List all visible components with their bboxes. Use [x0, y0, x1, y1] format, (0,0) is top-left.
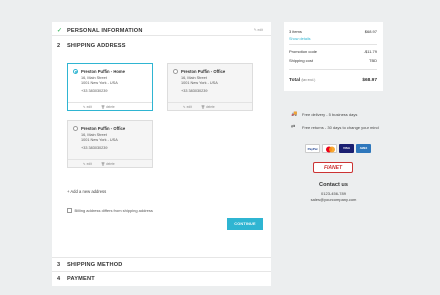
address-city: 1001 New York - USA	[81, 81, 118, 85]
step-number: 3	[57, 262, 61, 268]
address-radio[interactable]	[173, 69, 178, 74]
trash-icon: 🗑	[101, 105, 106, 109]
pencil-icon: ✎	[83, 105, 86, 109]
paypal-logo: PayPal	[305, 144, 320, 153]
summary-divider	[289, 69, 377, 70]
address-edit-link[interactable]: ✎ edit	[83, 105, 92, 109]
address-card-office[interactable]: Preston Puffin - Office 16, Main Street …	[167, 63, 253, 111]
trash-icon: 🗑	[101, 162, 106, 166]
amex-logo: AMEX	[356, 144, 371, 153]
fianet-logo: FIANET	[313, 162, 353, 173]
card-divider	[168, 102, 252, 103]
total-label: Total	[289, 78, 301, 83]
contact-phone: 0123-456-789	[321, 191, 346, 196]
summary-divider	[289, 44, 377, 45]
card-divider	[68, 102, 152, 103]
add-address-label: Add a new address	[70, 189, 107, 194]
total-tax-note: (tax excl.)	[301, 78, 316, 82]
items-value: $68.97	[364, 29, 377, 34]
total-value: $68.97	[362, 78, 377, 83]
step-shipping-method-label: SHIPPING METHOD	[67, 262, 123, 268]
address-phone: +33 383030239	[181, 89, 208, 93]
billing-checkbox-label: Billing address differs from shipping ad…	[74, 208, 153, 213]
pencil-icon: ✎	[253, 28, 257, 32]
step-personal-label: PERSONAL INFORMATION	[67, 28, 143, 34]
total-row: Total (tax excl.) $68.97	[289, 78, 377, 83]
address-edit-link[interactable]: ✎ edit	[183, 105, 192, 109]
promotion-value: -$11.79	[363, 49, 377, 54]
step-shipping-address-label: SHIPPING ADDRESS	[67, 43, 126, 49]
visa-logo: VISA	[339, 144, 354, 153]
step-number: 4	[57, 276, 61, 282]
shipping-cost-value: TBD	[369, 58, 377, 63]
delete-label: delete	[105, 105, 115, 109]
address-delete-link[interactable]: 🗑 delete	[101, 162, 115, 166]
address-delete-link[interactable]: 🗑 delete	[101, 105, 115, 109]
personal-edit-link[interactable]: ✎ edit	[254, 28, 263, 32]
shipping-cost-label: Shipping cost	[289, 58, 314, 63]
delete-label: delete	[105, 162, 115, 166]
address-edit-link[interactable]: ✎ edit	[83, 162, 92, 166]
summary-items-row: 3 items $68.97	[289, 29, 377, 34]
edit-label: edit	[186, 105, 192, 109]
address-phone: +33 383030239	[81, 89, 108, 93]
step-shipping-address-header: 2 SHIPPING ADDRESS	[57, 43, 126, 49]
add-address-link[interactable]: + Add a new address	[67, 189, 106, 194]
address-card-office-2[interactable]: Preston Puffin - Office 16, Main Street …	[67, 120, 153, 168]
personal-edit-label: edit	[257, 28, 263, 32]
step-payment-label: PAYMENT	[67, 276, 95, 282]
step-shipping-method-header: 3 SHIPPING METHOD	[57, 262, 123, 268]
edit-label: edit	[86, 105, 92, 109]
address-card-home[interactable]: Preston Puffin - Home 16, Main Street 10…	[67, 63, 153, 111]
step-personal-header: ✓ PERSONAL INFORMATION	[57, 27, 143, 34]
reassurance-returns: ⇄ Free returns - 30 days to change your …	[284, 124, 383, 136]
address-phone: +33 383030239	[81, 146, 108, 150]
shipping-cost-row: Shipping cost TBD	[289, 58, 377, 63]
pencil-icon: ✎	[183, 105, 186, 109]
trash-icon: 🗑	[201, 105, 206, 109]
mastercard-logo	[322, 144, 337, 153]
address-street: 16, Main Street	[81, 76, 107, 80]
checkbox-box[interactable]	[67, 208, 72, 213]
contact-email[interactable]: sales@yourcompany.com	[284, 197, 383, 202]
check-icon: ✓	[57, 28, 63, 34]
mastercard-icon	[326, 146, 335, 153]
reassurance-delivery: 🚚 Free delivery - 5 business days	[284, 111, 383, 119]
step-personal-information[interactable]: ✓ PERSONAL INFORMATION ✎ edit	[52, 22, 271, 36]
step-payment-header: 4 PAYMENT	[57, 276, 95, 282]
step-number: 2	[57, 43, 61, 49]
truck-icon: 🚚	[291, 111, 298, 117]
returns-text: Free returns - 30 days to change your mi…	[302, 124, 379, 130]
address-radio[interactable]	[73, 126, 78, 131]
address-city: 1001 New York - USA	[81, 138, 118, 142]
promotion-row: Promotion code -$11.79	[289, 49, 377, 54]
continue-button[interactable]: CONTINUE	[227, 218, 263, 230]
cart-summary: 3 items $68.97 Show details Promotion co…	[284, 22, 383, 91]
pencil-icon: ✎	[83, 162, 86, 166]
delivery-text: Free delivery - 5 business days	[302, 111, 358, 117]
billing-differs-checkbox[interactable]: Billing address differs from shipping ad…	[67, 208, 153, 213]
card-divider	[68, 159, 152, 160]
address-title: Preston Puffin - Office	[181, 69, 226, 74]
step-shipping-method[interactable]: 3 SHIPPING METHOD	[52, 258, 271, 272]
exchange-icon: ⇄	[291, 124, 296, 130]
address-city: 1001 New York - USA	[181, 81, 218, 85]
promotion-label: Promotion code	[289, 49, 318, 54]
items-count: 3 items	[289, 29, 302, 34]
address-street: 16, Main Street	[181, 76, 207, 80]
checkout-panel: ✓ PERSONAL INFORMATION ✎ edit 2 SHIPPING A…	[52, 22, 271, 286]
address-title: Preston Puffin - Home	[81, 69, 125, 74]
edit-label: edit	[86, 162, 92, 166]
address-radio[interactable]	[73, 69, 78, 74]
delete-label: delete	[205, 105, 215, 109]
address-street: 16, Main Street	[81, 133, 107, 137]
contact-title: Contact us	[319, 182, 348, 188]
step-payment[interactable]: 4 PAYMENT	[52, 272, 271, 286]
address-delete-link[interactable]: 🗑 delete	[201, 105, 215, 109]
address-title: Preston Puffin - Office	[81, 126, 126, 131]
show-details-link[interactable]: Show details	[289, 37, 311, 41]
